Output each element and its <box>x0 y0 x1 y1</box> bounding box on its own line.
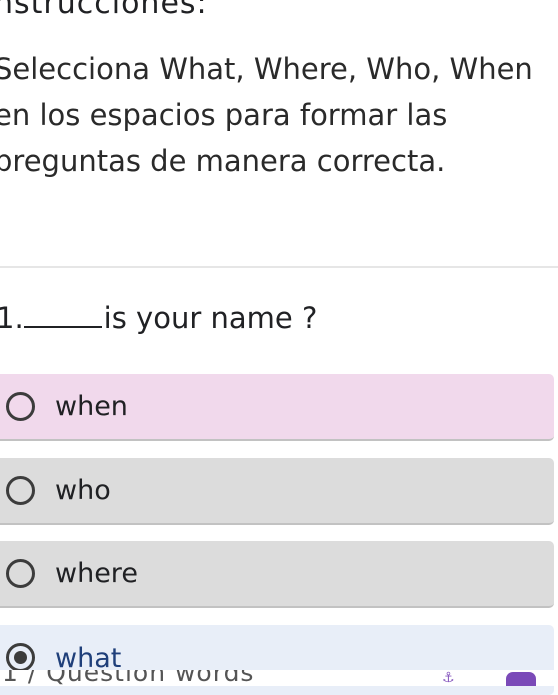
divider <box>0 266 558 268</box>
footer-text: 1 / Question words <box>2 670 255 686</box>
option-where[interactable]: where <box>0 541 554 608</box>
radio-button-what[interactable] <box>6 643 35 672</box>
anchor-icon[interactable]: ⚓ <box>442 670 455 686</box>
option-label-where: where <box>55 558 138 589</box>
option-label-when: when <box>55 391 128 422</box>
question-body: is your name ? <box>103 301 318 335</box>
menu-badge-icon[interactable] <box>506 672 536 686</box>
option-label-who: who <box>55 475 111 506</box>
instructions-text: Selecciona What, Where, Who, When en los… <box>0 52 533 178</box>
option-who[interactable]: who <box>0 458 554 525</box>
radio-button-where[interactable] <box>6 559 35 588</box>
option-when[interactable]: when <box>0 374 554 441</box>
answer-blank <box>23 300 102 328</box>
footer-strip: 1 / Question words ⚓ <box>0 670 558 686</box>
radio-button-when[interactable] <box>6 392 35 421</box>
question-number: 1. <box>0 301 24 335</box>
question-text: 1. is your name ? <box>0 300 317 335</box>
radio-button-who[interactable] <box>6 476 35 505</box>
instructions-title: nstrucciones: <box>0 0 208 21</box>
